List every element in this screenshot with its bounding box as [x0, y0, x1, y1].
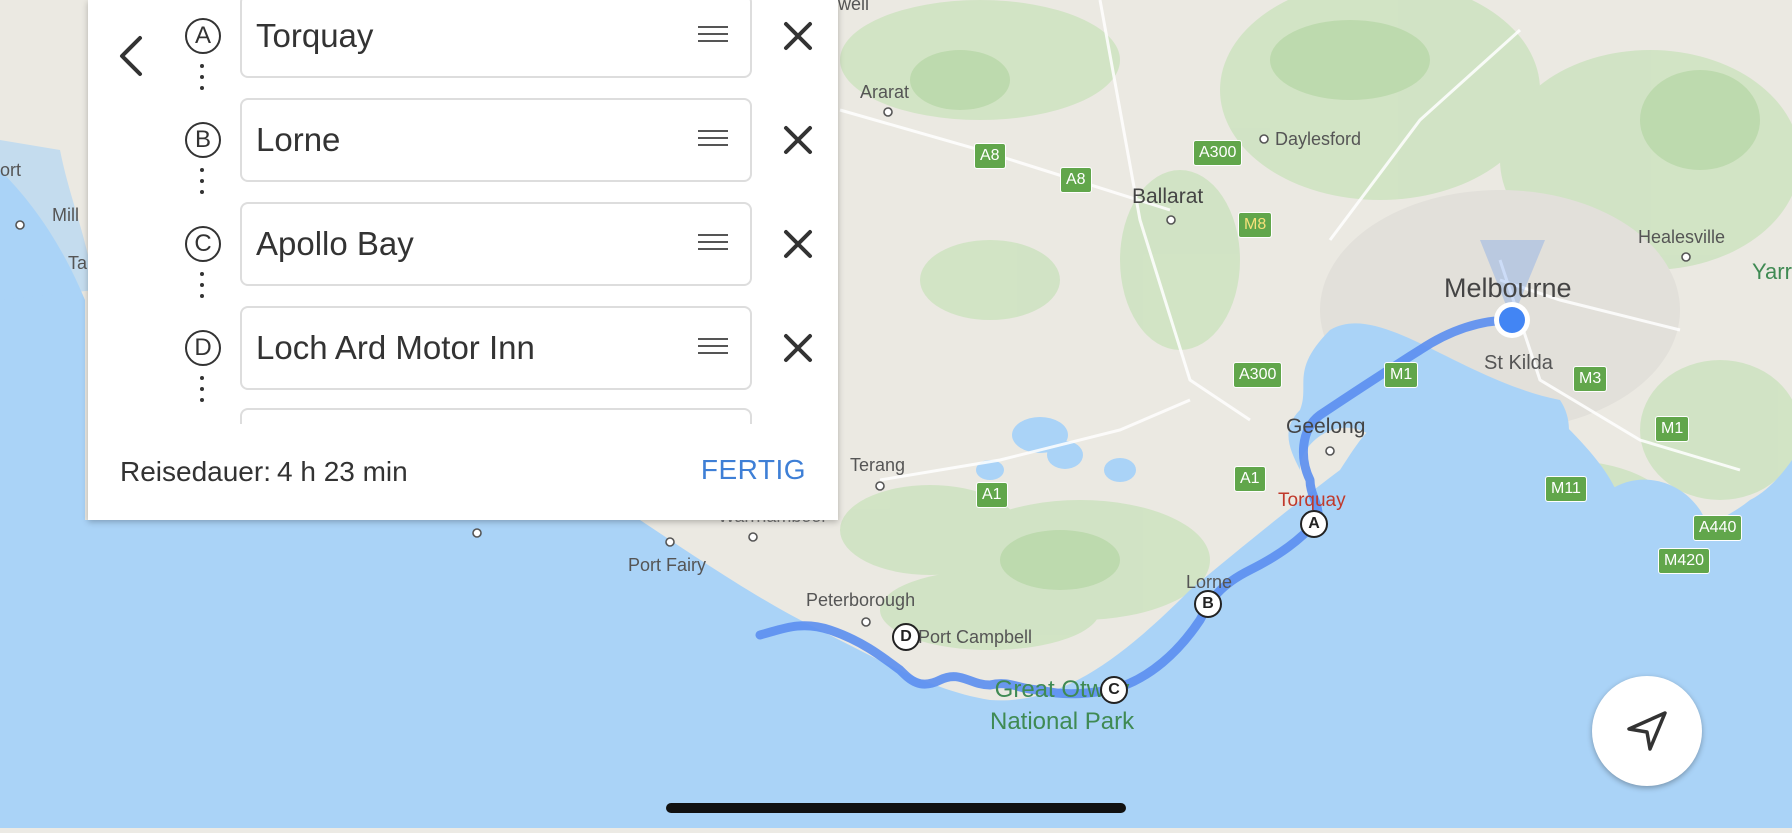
map-label-ta: Ta: [68, 253, 88, 273]
drag-handle-icon[interactable]: [698, 130, 728, 150]
remove-stop-b-button[interactable]: [774, 116, 822, 164]
map-label-yarra: Yarr: [1752, 259, 1792, 284]
park-label-line-2: National Park: [990, 708, 1135, 735]
stop-name: Apollo Bay: [256, 225, 414, 262]
remove-stop-c-button[interactable]: [774, 220, 822, 268]
connector-dots: [200, 272, 206, 305]
map-label-ballarat: Ballarat: [1132, 185, 1204, 208]
road-shield-m11: M11: [1545, 476, 1587, 502]
road-shield-a440: A440: [1693, 515, 1743, 541]
stop-row-c: C Apollo Bay: [88, 200, 838, 298]
connector-dots: [200, 64, 206, 97]
road-shield-m8: M8: [1238, 212, 1273, 238]
drag-handle-icon[interactable]: [698, 234, 728, 254]
stop-badge-c: C: [185, 226, 221, 262]
road-shield-m420: M420: [1658, 548, 1711, 574]
stop-name: Lorne: [256, 121, 341, 158]
stop-field-c[interactable]: Apollo Bay: [240, 202, 752, 286]
map-label-ararat: Ararat: [860, 82, 910, 102]
stop-badge-b: B: [185, 122, 221, 158]
map-label-daylesford: Daylesford: [1275, 129, 1362, 149]
map-label-mill: Mill: [52, 205, 79, 225]
close-icon: [784, 334, 812, 362]
road-shield-a8: A8: [974, 143, 1006, 169]
map-label-geelong: Geelong: [1286, 415, 1366, 438]
duration-value: 4 h 23 min: [276, 456, 408, 487]
navigation-arrow-icon: [1627, 711, 1667, 751]
drag-handle-icon[interactable]: [698, 338, 728, 358]
drag-handle-icon[interactable]: [698, 26, 728, 46]
stops-list: A Torquay B Lorne C Apollo Bay D Loch Ar…: [88, 0, 838, 424]
road-shield-m3: M3: [1573, 366, 1608, 392]
directions-panel: A Torquay B Lorne C Apollo Bay D Loch Ar…: [88, 0, 838, 520]
close-icon: [784, 22, 812, 50]
road-shield-m1: M1: [1655, 416, 1690, 442]
map-label-peterborough: Peterborough: [806, 590, 916, 610]
duration-label: Reisedauer:: [120, 456, 271, 487]
close-icon: [784, 230, 812, 258]
stop-row-b: B Lorne: [88, 96, 838, 194]
road-shield-a300: A300: [1193, 140, 1243, 166]
map-label-st-kilda: St Kilda: [1484, 352, 1553, 374]
connector-dots: [200, 168, 206, 201]
map-waypoint-c[interactable]: C: [1100, 676, 1128, 704]
map-label-port: ort: [0, 160, 22, 180]
map-label-melbourne: Melbourne: [1444, 273, 1572, 303]
stop-row-a: A Torquay: [88, 0, 838, 90]
stop-badge-a: A: [185, 18, 221, 54]
stop-field-d[interactable]: Loch Ard Motor Inn: [240, 306, 752, 390]
road-shield-a300: A300: [1233, 362, 1283, 388]
stop-row-d: D Loch Ard Motor Inn: [88, 304, 838, 402]
road-shield-a1: A1: [1234, 466, 1266, 492]
remove-stop-a-button[interactable]: [774, 12, 822, 60]
remove-stop-d-button[interactable]: [774, 324, 822, 372]
stop-name: Torquay: [256, 17, 374, 54]
map-label-healesville: Healesville: [1638, 227, 1726, 247]
home-indicator[interactable]: [666, 803, 1126, 813]
map-label-port-campbell: Port Campbell: [918, 627, 1033, 647]
stop-field-a[interactable]: Torquay: [240, 0, 752, 78]
done-button[interactable]: FERTIG: [701, 454, 806, 486]
road-shield-a1: A1: [976, 482, 1008, 508]
recenter-button[interactable]: [1592, 676, 1702, 786]
close-icon: [784, 126, 812, 154]
stop-field-e[interactable]: [240, 408, 752, 424]
stop-field-b[interactable]: Lorne: [240, 98, 752, 182]
stop-row-e: [88, 408, 838, 424]
map-label-well: well: [838, 0, 870, 14]
stop-name: Loch Ard Motor Inn: [256, 329, 535, 366]
map-label-terang: Terang: [850, 455, 906, 475]
road-shield-m1: M1: [1384, 362, 1419, 388]
map-label-port-fairy: Port Fairy: [628, 555, 707, 575]
map-label-torquay: Torquay: [1278, 490, 1346, 511]
trip-duration: Reisedauer: 4 h 23 min: [120, 456, 408, 488]
road-shield-a8: A8: [1060, 167, 1092, 193]
map-waypoint-d[interactable]: D: [892, 623, 920, 651]
map-waypoint-b[interactable]: B: [1194, 590, 1222, 618]
connector-dots: [200, 376, 206, 409]
map-waypoint-a[interactable]: A: [1300, 510, 1328, 538]
stop-badge-d: D: [185, 330, 221, 366]
